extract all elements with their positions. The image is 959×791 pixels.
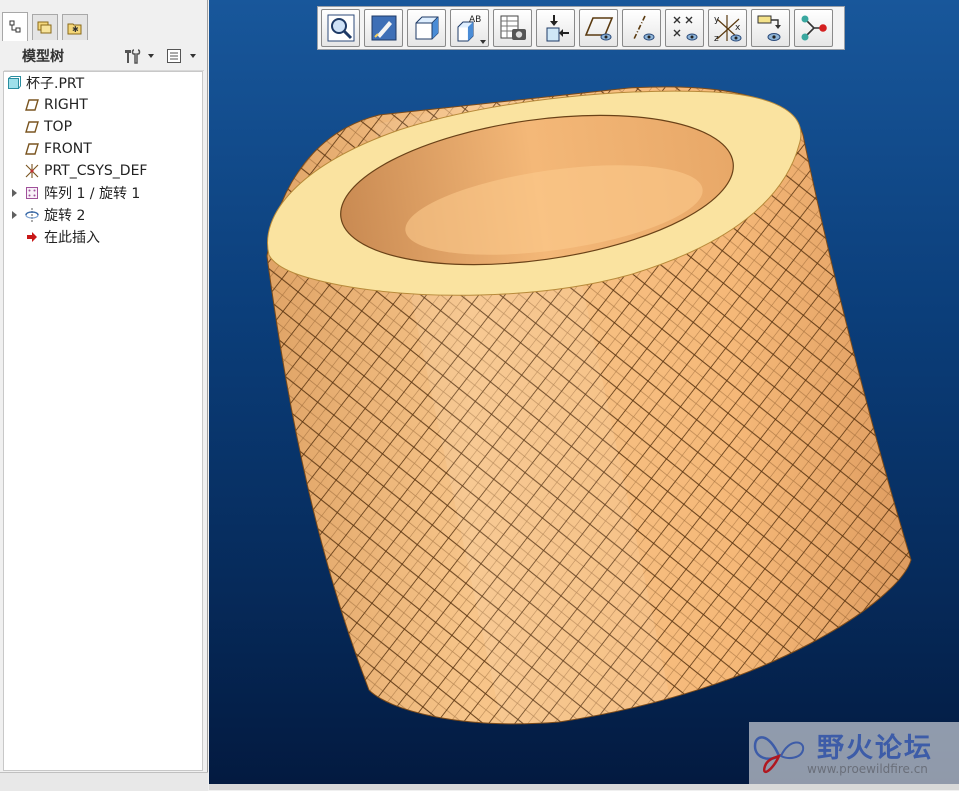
cup-model[interactable] [209, 0, 959, 784]
watermark-url: www.proewildfire.cn [807, 762, 928, 776]
tree-item-label: 旋转 2 [44, 208, 86, 224]
insert-datum-icon [546, 15, 569, 42]
favorites-tab[interactable]: ✱ [62, 14, 88, 40]
tree-item-label: PRT_CSYS_DEF [44, 163, 148, 179]
refit-zoom-button[interactable] [321, 9, 360, 47]
datum-plane-icon [24, 141, 40, 157]
model-tree-icon [9, 20, 21, 33]
shaded-cube-icon [415, 16, 438, 40]
spin-center-icon [801, 15, 827, 41]
tree-item-front-plane[interactable]: FRONT [24, 138, 92, 160]
butterfly-logo-icon [753, 736, 805, 774]
point-display-button[interactable] [665, 9, 704, 47]
axis-display-button[interactable] [622, 9, 661, 47]
plane-display-icon [584, 17, 613, 41]
display-style-button[interactable] [407, 9, 446, 47]
tree-item-insert-here[interactable]: 在此插入 [24, 226, 100, 248]
view-manager-button[interactable] [493, 9, 532, 47]
tools-icon [125, 49, 141, 64]
tree-item-pattern[interactable]: 阵列 1 / 旋转 1 [24, 182, 140, 204]
panel-scrollbar[interactable] [0, 772, 208, 791]
tree-item-part[interactable]: 杯子.PRT [6, 72, 84, 94]
csys-axis-label-y: y [714, 15, 720, 25]
expand-arrow-icon[interactable] [12, 189, 17, 197]
revolve-icon [24, 207, 40, 223]
csys-axis-label-z: z [714, 34, 719, 43]
tree-item-label: RIGHT [44, 97, 88, 113]
tree-settings-button[interactable] [122, 47, 154, 65]
annotation-display-button[interactable] [751, 9, 790, 47]
point-display-icon [673, 16, 697, 41]
tree-item-csys[interactable]: PRT_CSYS_DEF [24, 160, 147, 182]
watermark-title: 野火论坛 [817, 733, 933, 764]
tree-item-top-plane[interactable]: TOP [24, 116, 72, 138]
list-view-icon [167, 49, 181, 63]
repaint-button[interactable] [364, 9, 403, 47]
view-toolbar: AB y x z [317, 6, 845, 50]
csys-axis-label-x: x [735, 23, 741, 33]
saved-view-label: AB [469, 15, 481, 25]
status-strip [209, 784, 959, 790]
repaint-icon [371, 15, 396, 41]
spin-center-button[interactable] [794, 9, 833, 47]
csys-icon [24, 163, 40, 179]
csys-display-button[interactable]: y x z [708, 9, 747, 47]
layers-tab[interactable] [32, 14, 58, 40]
forum-watermark: 野火论坛 www.proewildfire.cn [749, 722, 959, 784]
expand-arrow-icon[interactable] [12, 211, 17, 219]
chevron-down-icon [480, 40, 486, 44]
chevron-down-icon [190, 54, 196, 58]
view-manager-icon [500, 15, 526, 40]
insert-datum-button[interactable] [536, 9, 575, 47]
model-tree: 杯子.PRT RIGHT TOP FRONT PRT_CSYS_DEF 阵列 1… [3, 71, 203, 771]
model-tree-panel: ✱ 模型树 杯子.PRT RIGHT TOP FRONT PRT_CSYS_DE… [0, 0, 208, 791]
model-tree-header: 模型树 [4, 42, 204, 71]
chevron-down-icon [148, 54, 154, 58]
panel-tabs: ✱ [2, 12, 206, 41]
tree-item-revolve[interactable]: 旋转 2 [24, 204, 85, 226]
tree-item-label: FRONT [44, 141, 92, 157]
annotation-icon [757, 15, 781, 41]
folders-icon [37, 21, 52, 33]
magnifier-icon [327, 14, 354, 42]
insert-here-arrow-icon [24, 229, 40, 245]
model-tree-tab[interactable] [2, 12, 28, 41]
datum-plane-icon [24, 119, 40, 135]
graphics-viewport[interactable]: AB y x z 野火论坛 www.proewildfire.cn [209, 0, 959, 784]
csys-display-icon: y x z [714, 15, 741, 43]
svg-text:✱: ✱ [72, 25, 79, 34]
tree-item-right-plane[interactable]: RIGHT [24, 94, 88, 116]
model-tree-title: 模型树 [22, 49, 64, 65]
pattern-icon [24, 185, 40, 201]
tree-item-label: 杯子.PRT [26, 76, 85, 92]
part-icon [6, 75, 22, 91]
plane-display-button[interactable] [579, 9, 618, 47]
datum-plane-icon [24, 97, 40, 113]
tree-show-button[interactable] [166, 47, 196, 65]
axis-display-icon [632, 15, 654, 41]
favorites-folder-icon: ✱ [67, 23, 82, 34]
saved-view-icon: AB [457, 15, 481, 42]
tree-item-label: TOP [44, 119, 73, 135]
saved-views-button[interactable]: AB [450, 9, 489, 47]
tree-item-label: 阵列 1 / 旋转 1 [44, 186, 141, 202]
tree-item-label: 在此插入 [44, 230, 100, 246]
